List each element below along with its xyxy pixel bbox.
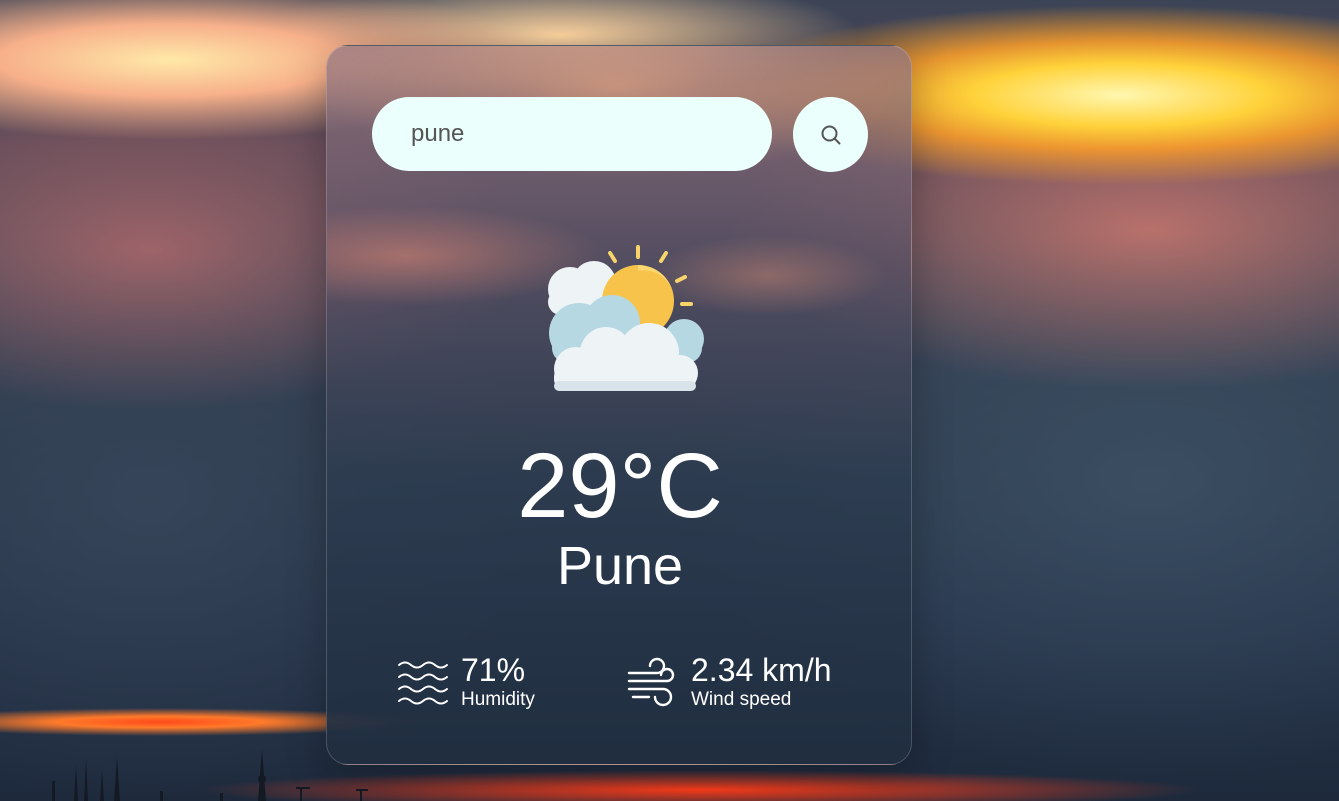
city-name: Pune (556, 536, 684, 596)
humidity-value: 71% (461, 652, 526, 688)
wind-icon (627, 657, 679, 707)
weather-app-page: 29°C Pune 71% Humidity (0, 0, 1339, 801)
weather-details: 71% Humidity 2.34 km/h Wind speed (397, 652, 857, 722)
humidity-detail: 71% Humidity (397, 652, 535, 712)
wind-value: 2.34 km/h (691, 652, 832, 688)
wind-text: 2.34 km/h Wind speed (691, 652, 832, 712)
humidity-text: 71% Humidity (461, 652, 535, 712)
temperature-value: 29°C (517, 435, 723, 537)
search-icon (820, 124, 842, 146)
partly-cloudy-icon (534, 241, 709, 396)
humidity-label: Humidity (461, 689, 535, 710)
search-button[interactable] (793, 97, 868, 172)
wind-label: Wind speed (691, 689, 792, 710)
weather-card: 29°C Pune 71% Humidity (326, 45, 912, 765)
humidity-waves-icon (397, 657, 449, 707)
wind-detail: 2.34 km/h Wind speed (627, 652, 832, 712)
search-bar (372, 97, 868, 173)
city-search-input[interactable] (372, 97, 772, 171)
